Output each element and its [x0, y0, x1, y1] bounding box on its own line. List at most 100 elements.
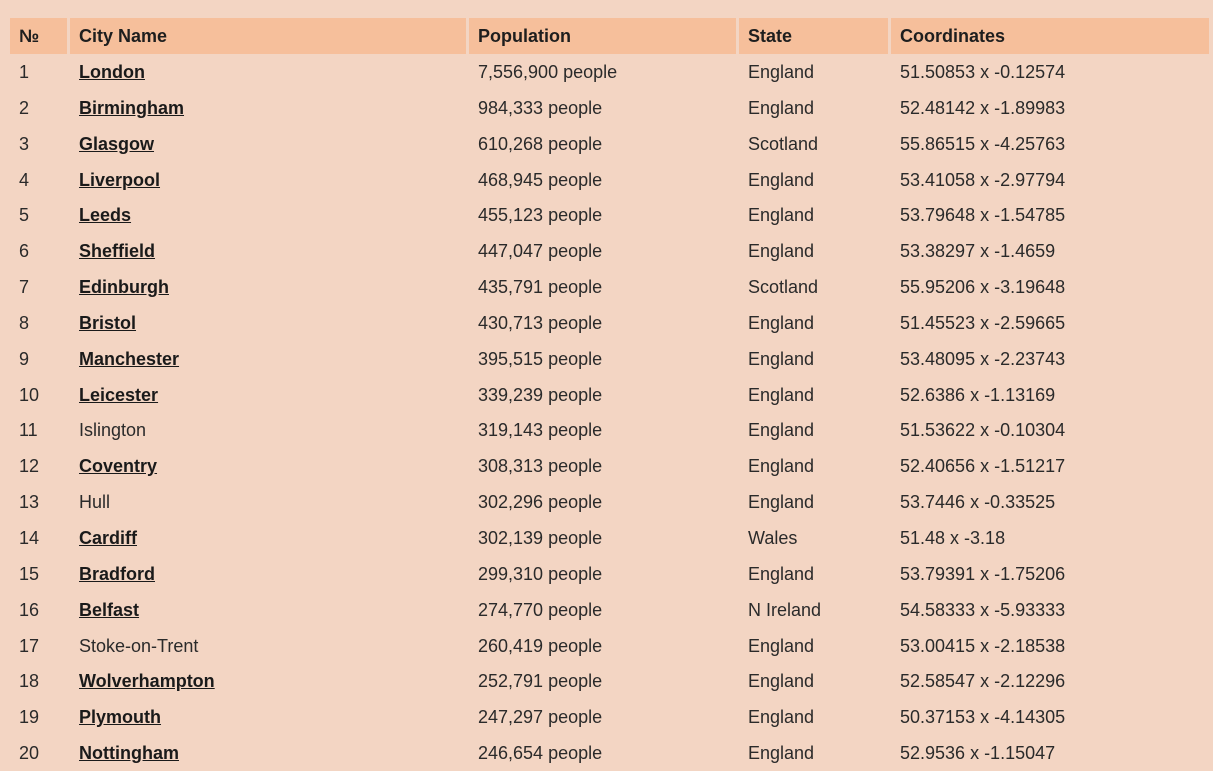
city-link[interactable]: London [79, 62, 145, 82]
coordinates-cell: 50.37153 x -4.14305 [891, 699, 1209, 735]
state-text: Wales [748, 527, 798, 548]
city-name-cell: Glasgow [70, 126, 469, 162]
city-link[interactable]: Coventry [79, 456, 157, 476]
city-link[interactable]: Edinburgh [79, 277, 169, 297]
city-link[interactable]: Wolverhampton [79, 671, 215, 691]
row-number-cell: 3 [10, 126, 70, 162]
city-link[interactable]: Bradford [79, 564, 155, 584]
city-link[interactable]: Belfast [79, 600, 139, 620]
state-cell: England [739, 556, 891, 592]
state-text: England [748, 743, 815, 764]
row-number-cell: 19 [10, 699, 70, 735]
table-row: 4 Liverpool 468,945 people England 53.41058 … [10, 162, 1209, 198]
page: № City Name Population State Coordinates… [0, 0, 1213, 771]
coordinates-text: 50.37153 x -4.14305 [900, 707, 1066, 728]
state-cell: England [739, 484, 891, 520]
state-text: England [748, 563, 815, 584]
coordinates-cell: 53.79648 x -1.54785 [891, 197, 1209, 233]
city-link[interactable]: Leeds [79, 205, 131, 225]
state-cell: England [739, 377, 891, 413]
population-cell: 395,515 people [469, 341, 739, 377]
city-link[interactable]: Leicester [79, 385, 158, 405]
coordinates-cell: 53.41058 x -2.97794 [891, 162, 1209, 198]
row-number-cell: 13 [10, 484, 70, 520]
coordinates-cell: 51.50853 x -0.12574 [891, 54, 1209, 90]
row-number-cell: 18 [10, 663, 70, 699]
coordinates-text: 53.38297 x -1.4659 [900, 241, 1056, 262]
city-name-cell: London [70, 54, 469, 90]
state-text: England [748, 635, 815, 656]
coordinates-cell: 54.58333 x -5.93333 [891, 592, 1209, 628]
table-row: 17 Stoke-on-Trent 260,419 people England 53.… [10, 628, 1209, 664]
state-cell: England [739, 305, 891, 341]
coordinates-cell: 52.58547 x -2.12296 [891, 663, 1209, 699]
city-link[interactable]: Liverpool [79, 170, 160, 190]
population-cell: 435,791 people [469, 269, 739, 305]
coordinates-cell: 52.40656 x -1.51217 [891, 448, 1209, 484]
row-number-cell: 9 [10, 341, 70, 377]
row-number-cell: 12 [10, 448, 70, 484]
row-number-cell: 20 [10, 735, 70, 771]
state-cell: England [739, 448, 891, 484]
city-name-cell: Manchester [70, 341, 469, 377]
coordinates-text: 51.48 x -3.18 [900, 527, 1006, 548]
state-text: England [748, 312, 815, 333]
population-text: 395,515 people [478, 348, 603, 369]
table-row: 10 Leicester 339,239 people England 52.6386 … [10, 377, 1209, 413]
row-number-cell: 8 [10, 305, 70, 341]
header-number[interactable]: № [10, 18, 70, 54]
city-link[interactable]: Manchester [79, 349, 179, 369]
coordinates-text: 55.95206 x -3.19648 [900, 277, 1066, 298]
population-cell: 299,310 people [469, 556, 739, 592]
population-text: 610,268 people [478, 133, 603, 154]
row-number-cell: 6 [10, 233, 70, 269]
population-cell: 7,556,900 people [469, 54, 739, 90]
population-text: 302,296 people [478, 492, 603, 513]
population-text: 430,713 people [478, 312, 603, 333]
row-number-text: 7 [19, 277, 30, 298]
row-number-cell: 4 [10, 162, 70, 198]
row-number-text: 5 [19, 205, 30, 226]
row-number-cell: 16 [10, 592, 70, 628]
coordinates-text: 53.00415 x -2.18538 [900, 635, 1066, 656]
state-text: England [748, 492, 815, 513]
city-link[interactable]: Sheffield [79, 241, 155, 261]
population-cell: 984,333 people [469, 90, 739, 126]
population-cell: 302,139 people [469, 520, 739, 556]
state-cell: England [739, 412, 891, 448]
row-number-text: 16 [19, 599, 40, 620]
city-name-cell: Plymouth [70, 699, 469, 735]
table-row: 16 Belfast 274,770 people N Ireland 54.58333… [10, 592, 1209, 628]
population-text: 308,313 people [478, 456, 603, 477]
city-link[interactable]: Nottingham [79, 743, 179, 763]
header-population[interactable]: Population [469, 18, 739, 54]
state-cell: Scotland [739, 126, 891, 162]
coordinates-cell: 51.45523 x -2.59665 [891, 305, 1209, 341]
row-number-text: 4 [19, 169, 30, 190]
city-name-cell: Stoke-on-Trent [70, 628, 469, 664]
row-number-text: 1 [19, 62, 30, 82]
city-link[interactable]: Birmingham [79, 98, 184, 118]
coordinates-cell: 53.79391 x -1.75206 [891, 556, 1209, 592]
row-number-text: 15 [19, 563, 40, 584]
population-text: 260,419 people [478, 635, 603, 656]
header-state[interactable]: State [739, 18, 891, 54]
population-cell: 302,296 people [469, 484, 739, 520]
city-name-cell: Sheffield [70, 233, 469, 269]
coordinates-cell: 51.48 x -3.18 [891, 520, 1209, 556]
population-cell: 308,313 people [469, 448, 739, 484]
city-name-cell: Belfast [70, 592, 469, 628]
city-link[interactable]: Plymouth [79, 707, 161, 727]
city-name-cell: Birmingham [70, 90, 469, 126]
coordinates-cell: 53.48095 x -2.23743 [891, 341, 1209, 377]
row-number-text: 20 [19, 743, 40, 764]
header-city-name[interactable]: City Name [70, 18, 469, 54]
city-link[interactable]: Bristol [79, 313, 136, 333]
row-number-text: 13 [19, 492, 40, 513]
coordinates-text: 52.48142 x -1.89983 [900, 97, 1066, 118]
population-cell: 319,143 people [469, 412, 739, 448]
city-link[interactable]: Cardiff [79, 528, 137, 548]
coordinates-cell: 55.95206 x -3.19648 [891, 269, 1209, 305]
city-link[interactable]: Glasgow [79, 134, 154, 154]
header-coordinates[interactable]: Coordinates [891, 18, 1209, 54]
